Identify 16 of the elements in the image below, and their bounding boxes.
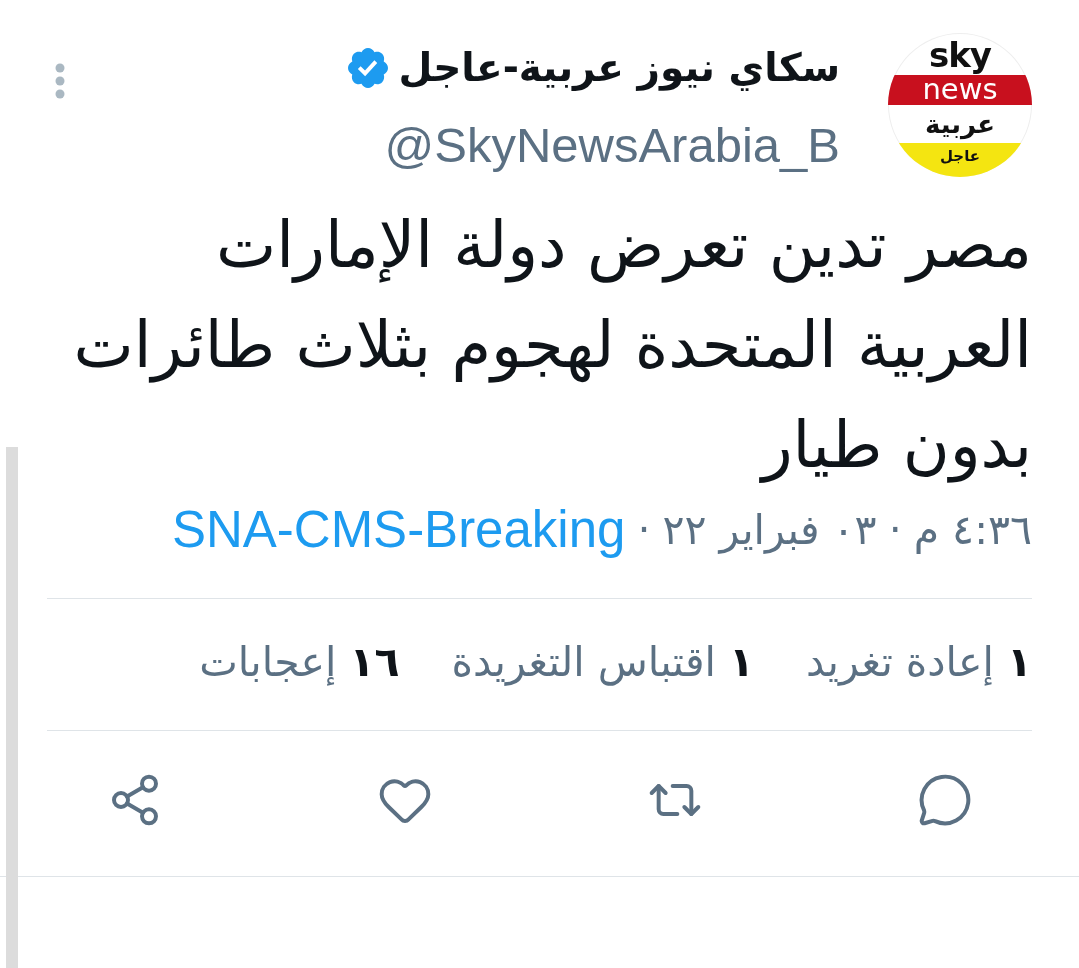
stat-link[interactable]: ١ إعادة تغريد bbox=[806, 632, 1032, 692]
account-handle[interactable]: @SkyNewsArabia_B bbox=[384, 120, 840, 170]
account-name[interactable]: سكاي نيوز عربية-عاجل bbox=[398, 43, 840, 93]
logo-band: news bbox=[888, 75, 1032, 105]
vertical-dots-icon bbox=[54, 63, 66, 99]
speech-bubble-icon bbox=[917, 772, 973, 828]
scrollbar-thumb[interactable] bbox=[6, 447, 18, 968]
separator-dot: · bbox=[637, 505, 651, 556]
logo-text: sky bbox=[929, 34, 991, 75]
separator-dot: · bbox=[888, 505, 902, 556]
logo-text: عربية bbox=[924, 108, 996, 142]
tweet-time: ٤:٣٦ م bbox=[913, 505, 1032, 556]
stat-link[interactable]: ١٦ إعجابات bbox=[199, 632, 400, 692]
tweet-text: مصر تدين تعرض دولة الإمارات العربية المتحدة لهجوم بثلاث طائرات بدون طيار bbox=[72, 207, 1032, 485]
stat-link[interactable]: ١ اقتباس التغريدة bbox=[451, 632, 755, 692]
tweet-date: ٠٣ فبراير ٢٢ bbox=[662, 505, 877, 556]
